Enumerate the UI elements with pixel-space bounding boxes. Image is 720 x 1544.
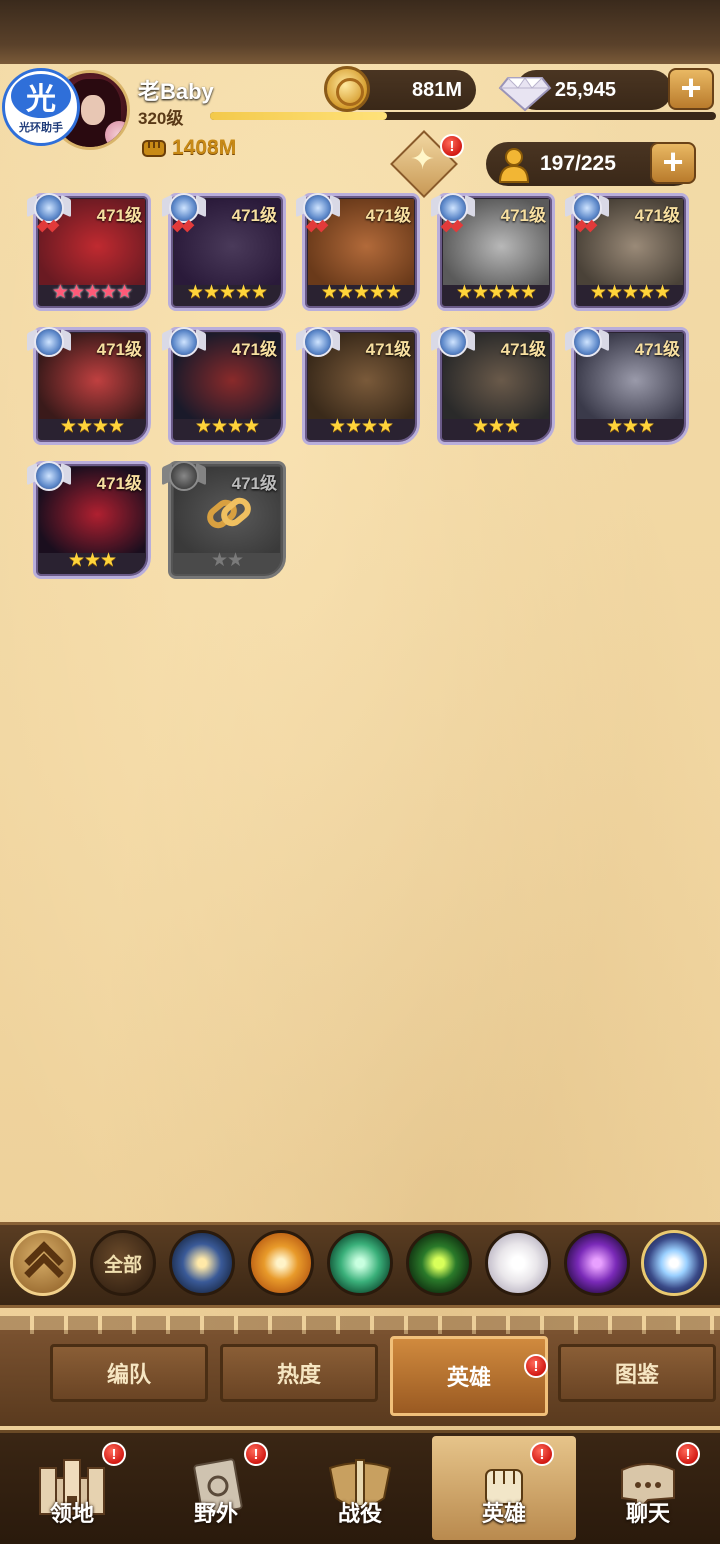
tab-formation[interactable]: 编队: [50, 1344, 208, 1402]
badge-ring: [438, 193, 468, 223]
ascension-badge-icon: [162, 457, 206, 501]
hero-level: 471级: [231, 206, 277, 225]
nav-label: 领地: [49, 1501, 94, 1526]
realm-alert-badge: !: [102, 1442, 126, 1466]
buy-diamonds-button[interactable]: +: [668, 68, 714, 110]
hero-stars: ★★★★★: [51, 282, 133, 303]
badge-ring: [169, 327, 199, 357]
ascension-badge-icon: [162, 323, 206, 367]
tab-popularity[interactable]: 热度: [220, 1344, 378, 1402]
xp-progress-fill: [210, 112, 388, 120]
ascension-badge-icon: [27, 189, 71, 233]
ascension-badge-icon: [27, 457, 71, 501]
hero-level: 471级: [500, 340, 546, 359]
hero-level: 471级: [365, 340, 411, 359]
ascension-badge-icon: [431, 323, 475, 367]
ascension-badge-icon: [296, 323, 340, 367]
badge-ring: [438, 327, 468, 357]
hero-stars: ★★★★★: [589, 282, 671, 303]
chat-alert-badge: !: [676, 1442, 700, 1466]
hypogean-icon[interactable]: [564, 1230, 630, 1296]
xp-progress-bar: [210, 112, 716, 120]
hero-stars: ★★★★: [59, 416, 125, 437]
hero-level: 471级: [634, 206, 680, 225]
tab-collection[interactable]: 图鉴: [558, 1344, 716, 1402]
ascension-badge-icon: [27, 323, 71, 367]
hero-level: 471级: [96, 206, 142, 225]
hero-level: 471级: [96, 474, 142, 493]
hero-stars: ★★★★★: [455, 282, 537, 303]
badge-ring: [303, 327, 333, 357]
wilderness-alert-badge: !: [244, 1442, 268, 1466]
assistant-label: 光环助手: [19, 121, 63, 134]
gold-value: 881M: [411, 78, 462, 101]
hero-stars: ★★★★★: [320, 282, 402, 303]
graveborn-icon[interactable]: [406, 1230, 472, 1296]
ascension-badge-icon: [565, 323, 609, 367]
diamond-icon: [498, 77, 552, 112]
combat-power-value: 1408M: [172, 136, 237, 159]
ascension-badge-icon: [431, 189, 475, 233]
wilder-icon[interactable]: [327, 1230, 393, 1296]
badge-ring: [34, 327, 64, 357]
hero-level: 471级: [231, 340, 277, 359]
badge-ring: [169, 193, 199, 223]
expand-roster-button[interactable]: +: [650, 142, 696, 184]
hero-stars: ★★★★: [194, 416, 260, 437]
craft-alert-badge: !: [440, 134, 464, 158]
dimensional-icon[interactable]: [641, 1230, 707, 1296]
roster-value: 197/225: [540, 152, 616, 175]
chevron-up-icon[interactable]: [10, 1230, 76, 1296]
hero-level: 471级: [96, 340, 142, 359]
gold-coin-icon: [324, 66, 370, 112]
nav-campaign[interactable]: 战役: [288, 1436, 432, 1540]
badge-ring: [572, 327, 602, 357]
badge-ring: [303, 193, 333, 223]
hero-level: 471级: [500, 206, 546, 225]
player-name: 老Baby: [138, 79, 214, 104]
hero-stars: ★★★: [605, 416, 655, 437]
badge-ring: [169, 461, 199, 491]
hero-level: 471级: [231, 474, 277, 493]
hero-stars: ★★★★★: [186, 282, 268, 303]
badge-ring: [34, 193, 64, 223]
hero-stars: ★★: [210, 550, 244, 571]
nav-label: 聊天: [625, 1501, 670, 1526]
nav-heroes[interactable]: 英雄: [432, 1436, 576, 1540]
ascension-badge-icon: [565, 189, 609, 233]
celestial-icon[interactable]: [485, 1230, 551, 1296]
heroes-nav-alert-badge: !: [530, 1442, 554, 1466]
assistant-glyph: 光: [11, 73, 71, 118]
hero-stars: ★★★★: [328, 416, 394, 437]
diamond-value: 25,945: [554, 78, 616, 101]
nav-label: 战役: [337, 1501, 382, 1526]
badge-ring: [34, 461, 64, 491]
top-status-bar: [0, 0, 720, 64]
lightbearer-icon[interactable]: [169, 1230, 235, 1296]
craft-star-icon: ✦: [410, 143, 436, 176]
fist-power-icon: [142, 140, 166, 157]
avatar-face: [81, 95, 105, 125]
avatar-flower: [105, 121, 127, 147]
ascension-badge-icon: [162, 189, 206, 233]
nav-label: 英雄: [481, 1501, 526, 1526]
person-icon: [498, 148, 530, 183]
hero-stars: ★★★: [471, 416, 521, 437]
filter-all-button[interactable]: 全部: [90, 1230, 156, 1296]
heroes-tab-alert-badge: !: [524, 1354, 548, 1378]
ascension-badge-icon: [296, 189, 340, 233]
hero-level: 471级: [365, 206, 411, 225]
hero-level: 471级: [634, 340, 680, 359]
chain-lock-icon: [207, 497, 251, 529]
player-level: 320级: [138, 109, 184, 128]
nav-label: 野外: [193, 1501, 238, 1526]
hero-stars: ★★★: [67, 550, 117, 571]
badge-ring: [572, 193, 602, 223]
mauler-icon[interactable]: [248, 1230, 314, 1296]
tab-heroes[interactable]: 英雄: [390, 1336, 548, 1416]
assistant-float-button[interactable]: 光 光环助手: [2, 68, 80, 146]
